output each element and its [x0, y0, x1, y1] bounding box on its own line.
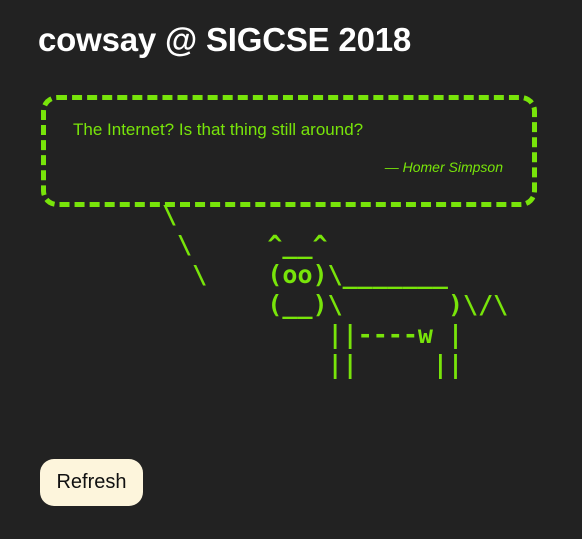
quote-attribution: — Homer Simpson — [384, 159, 503, 175]
cow-ascii-art: \ \ ^__^ \ (oo)\_______ (__)\ )\/\ ||---… — [162, 200, 509, 379]
refresh-button[interactable]: Refresh — [40, 459, 143, 506]
speech-bubble — [41, 95, 537, 207]
quote-text: The Internet? Is that thing still around… — [73, 120, 364, 139]
page-title: cowsay @ SIGCSE 2018 — [38, 21, 412, 58]
